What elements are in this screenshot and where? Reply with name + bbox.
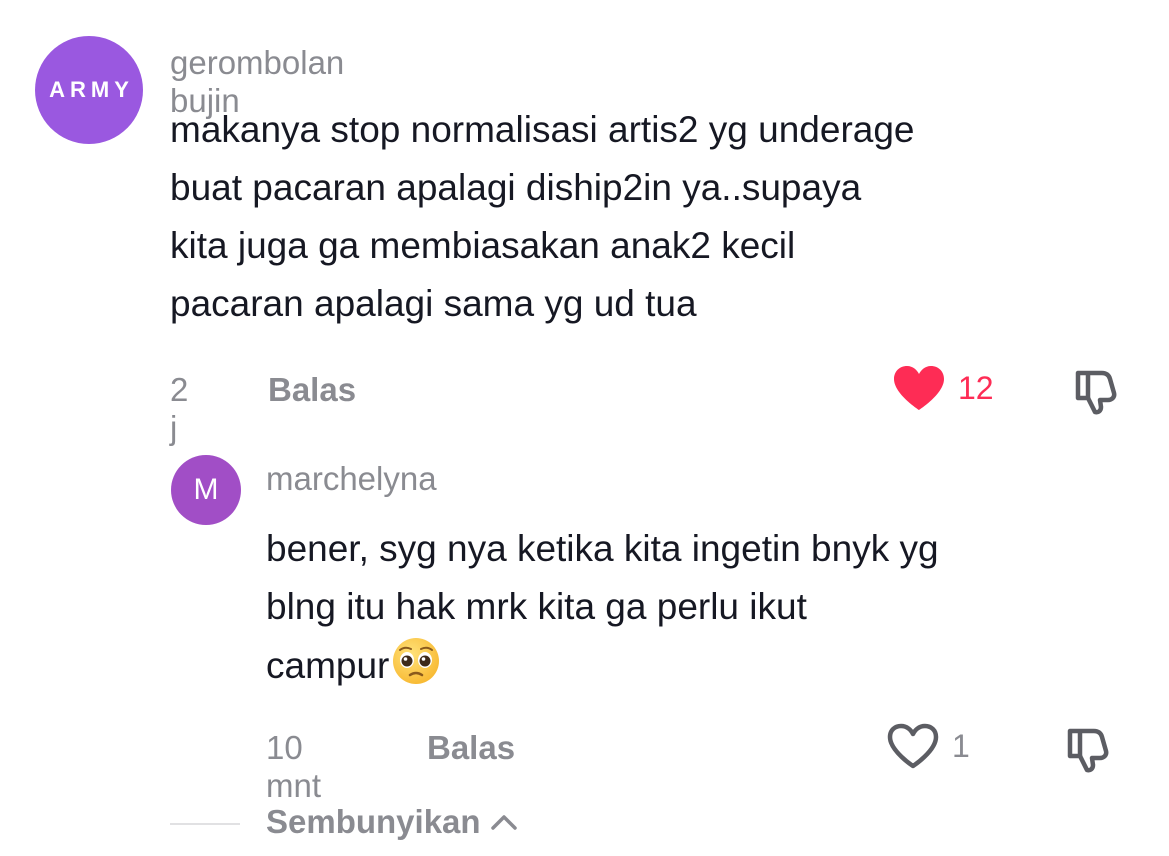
comment-line-text: campur [266, 645, 390, 686]
reply-button[interactable]: Balas [427, 729, 515, 767]
avatar-initial: M [193, 473, 219, 506]
avatar[interactable]: ARMY [35, 36, 143, 144]
heart-filled-icon [894, 366, 944, 410]
like-count: 12 [958, 369, 994, 406]
comment-line: kita juga ga membiasakan anak2 kecil [170, 225, 796, 266]
heart-outline-icon [887, 723, 939, 769]
divider [170, 823, 240, 825]
comment-text: bener, syg nya ketika kita ingetin bnyk … [266, 520, 939, 695]
like-button[interactable]: 1 [886, 722, 970, 770]
like-count: 1 [952, 727, 970, 764]
comment-line: bener, syg nya ketika kita ingetin bnyk … [266, 528, 939, 569]
username[interactable]: marchelyna [266, 460, 437, 498]
timestamp: 2 j [170, 371, 189, 446]
comment-text: makanya stop normalisasi artis2 yg under… [170, 101, 915, 333]
hide-replies-label: Sembunyikan [266, 803, 481, 840]
dislike-button[interactable] [1074, 367, 1124, 420]
timestamp: 10 mnt [266, 729, 322, 804]
thumbs-down-icon [1075, 370, 1117, 415]
hide-replies-button[interactable]: Sembunyikan [266, 803, 519, 841]
chevron-up-icon [490, 815, 517, 830]
like-button[interactable]: 12 [892, 364, 994, 412]
reply-button[interactable]: Balas [268, 371, 356, 409]
avatar[interactable]: M [171, 455, 241, 525]
army-logo: ARMY [49, 77, 134, 102]
thumbs-down-icon [1067, 728, 1109, 773]
pleading-face-emoji [393, 638, 440, 684]
comment-line: buat pacaran apalagi diship2in ya..supay… [170, 167, 862, 208]
dislike-button[interactable] [1066, 725, 1116, 778]
comment-line: pacaran apalagi sama yg ud tua [170, 283, 697, 324]
comment-line: campur [266, 636, 939, 695]
comment-line: blng itu hak mrk kita ga perlu ikut [266, 586, 807, 627]
comment-line: makanya stop normalisasi artis2 yg under… [170, 109, 915, 150]
